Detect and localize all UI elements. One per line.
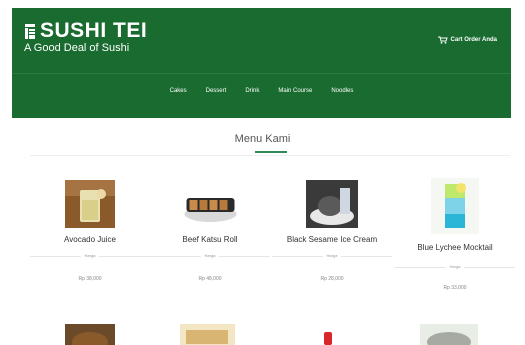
price-label-row: Harga: [395, 263, 515, 271]
brand-name: SUSHI TEI: [40, 19, 148, 42]
product-name: Black Sesame Ice Cream: [286, 235, 378, 244]
black-sesame-ice-cream-image: [306, 180, 358, 228]
sushi-logo-icon: [25, 23, 35, 39]
section-title: Menu Kami: [234, 133, 291, 145]
beef-katsu-roll-image: [182, 184, 238, 226]
category-nav: Cakes Dessert Drink Main Course Noodles: [12, 88, 511, 94]
avocado-juice-image: [65, 180, 115, 228]
nav-item-main-course[interactable]: Main Course: [278, 88, 312, 94]
price-label: Harga: [30, 253, 150, 258]
page: SUSHI TEI A Good Deal of Sushi Cart Orde…: [0, 0, 525, 345]
site-header: SUSHI TEI A Good Deal of Sushi Cart Orde…: [12, 8, 511, 118]
product-price: Rp 33,000: [443, 285, 467, 291]
blue-lychee-mocktail-image: [431, 178, 479, 234]
section-divider: [30, 155, 510, 156]
cart-icon: [437, 36, 448, 44]
price-label: Harga: [150, 253, 270, 258]
product-card-blue-lychee-mocktail[interactable]: Blue Lychee Mocktail Harga Rp 33,000: [395, 160, 515, 300]
product-name: Avocado Juice: [64, 235, 116, 244]
product-card-avocado-juice[interactable]: Avocado Juice Harga Rp 38,000: [30, 160, 150, 282]
nav-item-cakes[interactable]: Cakes: [170, 88, 187, 94]
cart-button[interactable]: Cart Order Anda: [437, 36, 497, 44]
product-price: Rp 28,000: [320, 276, 344, 282]
title-underline: [255, 151, 287, 153]
price-label: Harga: [395, 264, 515, 269]
product-image-partial: [65, 324, 115, 345]
product-name: Beef Katsu Roll: [182, 235, 238, 244]
price-label-row: Harga: [150, 252, 270, 260]
nav-item-noodles[interactable]: Noodles: [331, 88, 353, 94]
product-card-black-sesame-ice-cream[interactable]: Black Sesame Ice Cream Harga Rp 28,000: [272, 160, 392, 282]
price-label-row: Harga: [272, 252, 392, 260]
cart-label: Cart Order Anda: [450, 37, 497, 43]
brand-tagline: A Good Deal of Sushi: [24, 42, 130, 54]
product-image-partial: [180, 324, 235, 345]
product-image-partial: [324, 332, 332, 345]
price-label-row: Harga: [30, 252, 150, 260]
brand-logo[interactable]: SUSHI TEI A Good Deal of Sushi: [24, 20, 147, 55]
product-image-partial: [420, 324, 478, 345]
header-divider: [12, 73, 511, 74]
price-label: Harga: [272, 253, 392, 258]
product-price: Rp 48,000: [198, 276, 222, 282]
product-name: Blue Lychee Mocktail: [417, 243, 493, 252]
product-card-beef-katsu-roll[interactable]: Beef Katsu Roll Harga Rp 48,000: [150, 160, 270, 282]
nav-item-drink[interactable]: Drink: [245, 88, 259, 94]
product-price: Rp 38,000: [78, 276, 102, 282]
nav-item-dessert[interactable]: Dessert: [206, 88, 227, 94]
